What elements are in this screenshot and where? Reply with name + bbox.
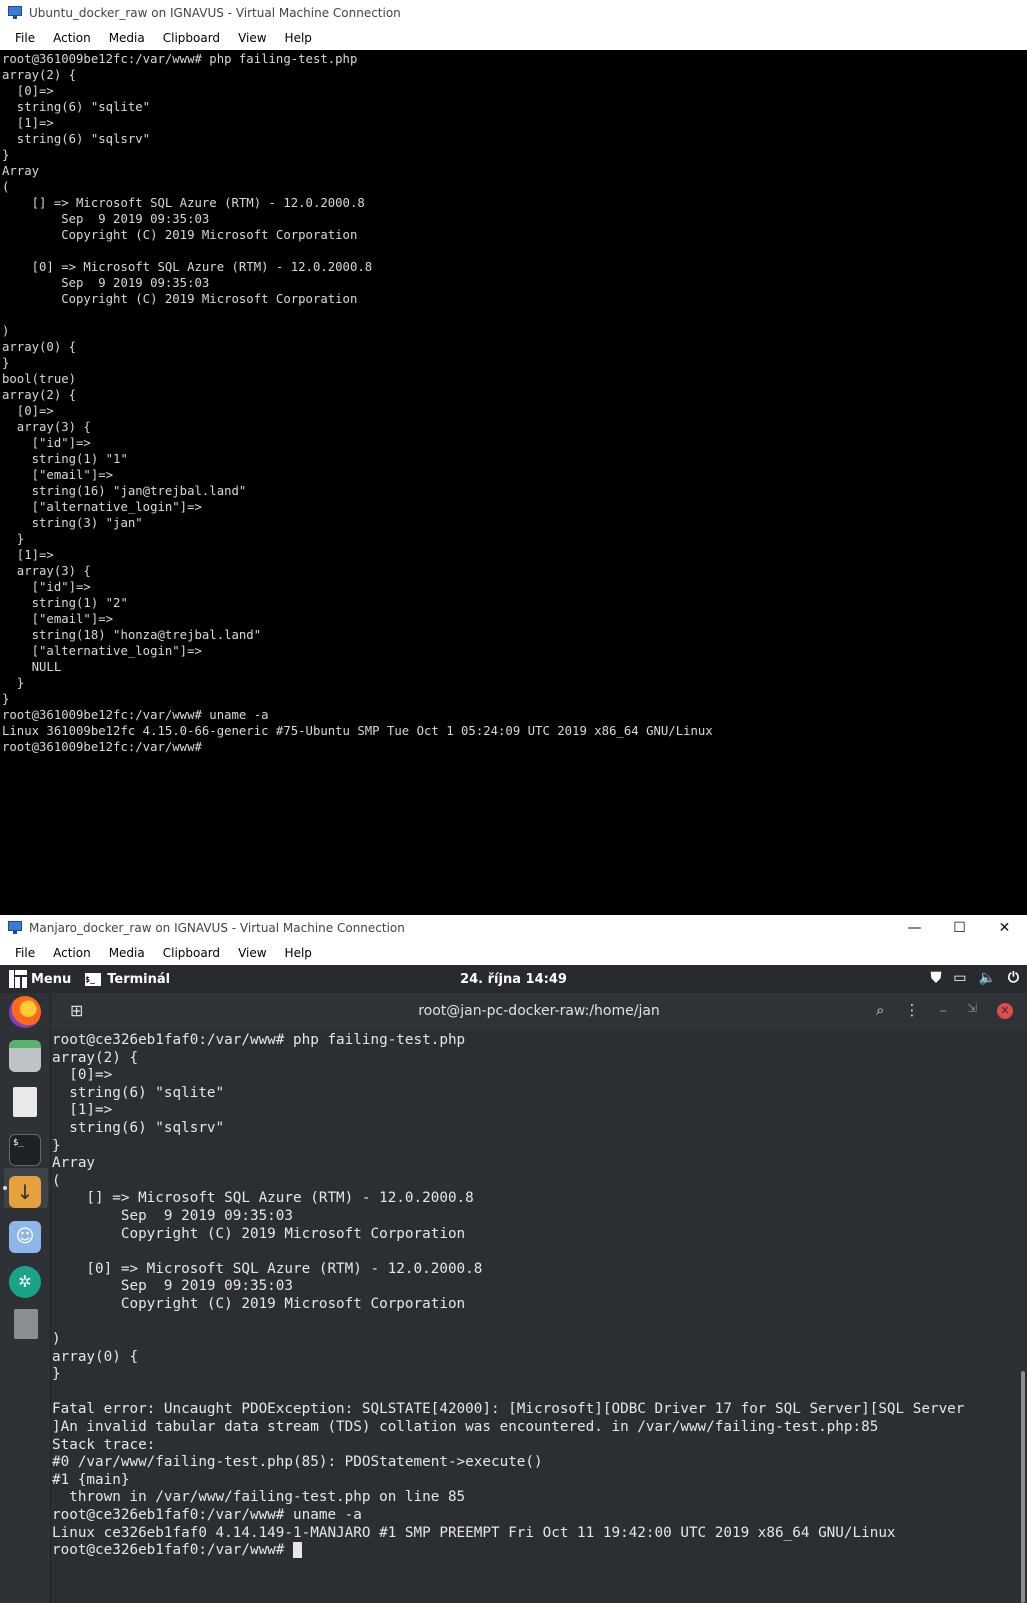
volume-icon[interactable]: 🔈 — [978, 970, 995, 986]
panel-app-terminal[interactable]: Terminál — [107, 972, 170, 987]
search-icon[interactable]: ⌕ — [876, 1001, 884, 1019]
window2-title: Manjaro_docker_raw on IGNAVUS - Virtual … — [29, 921, 405, 935]
menu-view[interactable]: View — [238, 946, 266, 960]
camera-aperture-icon[interactable]: ✲ — [9, 1266, 41, 1298]
chat-icon[interactable]: ☺ — [9, 1221, 41, 1253]
window1-titlebar[interactable]: Ubuntu_docker_raw on IGNAVUS - Virtual M… — [0, 0, 1027, 26]
window-controls: — ☐ ✕ — [892, 920, 1027, 936]
terminal-text: root@ce326eb1faf0:/var/www# php failing-… — [52, 1032, 965, 1559]
terminal-dock-icon[interactable]: $_ — [9, 1134, 41, 1166]
ubuntu-terminal-output[interactable]: root@361009be12fc:/var/www# php failing-… — [0, 50, 1027, 915]
vm-connection-icon — [8, 6, 24, 20]
menu-file[interactable]: File — [15, 31, 35, 45]
terminal-scrollbar[interactable] — [1017, 1031, 1027, 1603]
maximize-button[interactable]: ☐ — [937, 920, 982, 936]
manjaro-terminal-output[interactable]: root@ce326eb1faf0:/var/www# php failing-… — [51, 1031, 1017, 1603]
menu-kebab-icon[interactable]: ⋮ — [904, 1001, 919, 1019]
menu-clipboard[interactable]: Clipboard — [163, 946, 220, 960]
scrollbar-thumb[interactable] — [1021, 1371, 1025, 1603]
terminal-cursor — [293, 1542, 303, 1559]
menu-view[interactable]: View — [238, 31, 266, 45]
terminal-restore-icon[interactable]: ⇲ — [967, 1001, 977, 1019]
menu-media[interactable]: Media — [109, 31, 145, 45]
vm-connection-icon — [8, 921, 24, 935]
menu-help[interactable]: Help — [285, 31, 312, 45]
firefox-icon[interactable] — [9, 996, 41, 1028]
power-icon[interactable]: ⏻ — [1008, 970, 1019, 986]
close-button[interactable]: ✕ — [982, 920, 1027, 936]
menu-file[interactable]: File — [15, 946, 35, 960]
system-tray: ⛊ ▭ 🔈 ⏻ — [931, 970, 1019, 986]
terminal-header-actions: ⌕ ⋮ – ⇲ ✕ — [876, 1001, 1013, 1019]
left-dock: $_ ↓ ☺ ✲ — [0, 993, 51, 1603]
terminal-app-icon: $_ — [85, 972, 102, 986]
file-manager-icon[interactable] — [9, 1040, 41, 1072]
minimize-button[interactable]: — — [892, 920, 937, 936]
manjaro-logo-icon[interactable] — [9, 970, 27, 988]
terminal-close-icon[interactable]: ✕ — [997, 1003, 1013, 1019]
window1-menubar: File Action Media Clipboard View Help — [0, 26, 1027, 50]
menu-help[interactable]: Help — [285, 946, 312, 960]
terminal-headerbar: ⊞ root@jan-pc-docker-raw:/home/jan ⌕ ⋮ –… — [51, 993, 1027, 1031]
shield-icon[interactable]: ⛊ — [931, 970, 942, 986]
menu-clipboard[interactable]: Clipboard — [163, 31, 220, 45]
window1-title: Ubuntu_docker_raw on IGNAVUS - Virtual M… — [29, 6, 401, 20]
menu-action[interactable]: Action — [53, 31, 91, 45]
trash-icon[interactable] — [14, 1309, 38, 1339]
menu-media[interactable]: Media — [109, 946, 145, 960]
window2-menubar: File Action Media Clipboard View Help — [0, 941, 1027, 965]
desktop-top-panel: Menu $_ Terminál 24. října 14:49 ⛊ ▭ 🔈 ⏻ — [0, 965, 1027, 993]
terminal-minimize-icon[interactable]: – — [939, 1001, 947, 1019]
download-icon[interactable]: ↓ — [9, 1176, 41, 1208]
dock-running-indicator — [3, 1186, 7, 1190]
window2-titlebar[interactable]: Manjaro_docker_raw on IGNAVUS - Virtual … — [0, 915, 1027, 941]
manjaro-vm-window: Manjaro_docker_raw on IGNAVUS - Virtual … — [0, 915, 1027, 1603]
menu-action[interactable]: Action — [53, 946, 91, 960]
display-icon[interactable]: ▭ — [953, 970, 966, 986]
panel-menu-button[interactable]: Menu — [31, 972, 71, 987]
ubuntu-vm-window: Ubuntu_docker_raw on IGNAVUS - Virtual M… — [0, 0, 1027, 915]
text-editor-icon[interactable] — [13, 1087, 37, 1117]
